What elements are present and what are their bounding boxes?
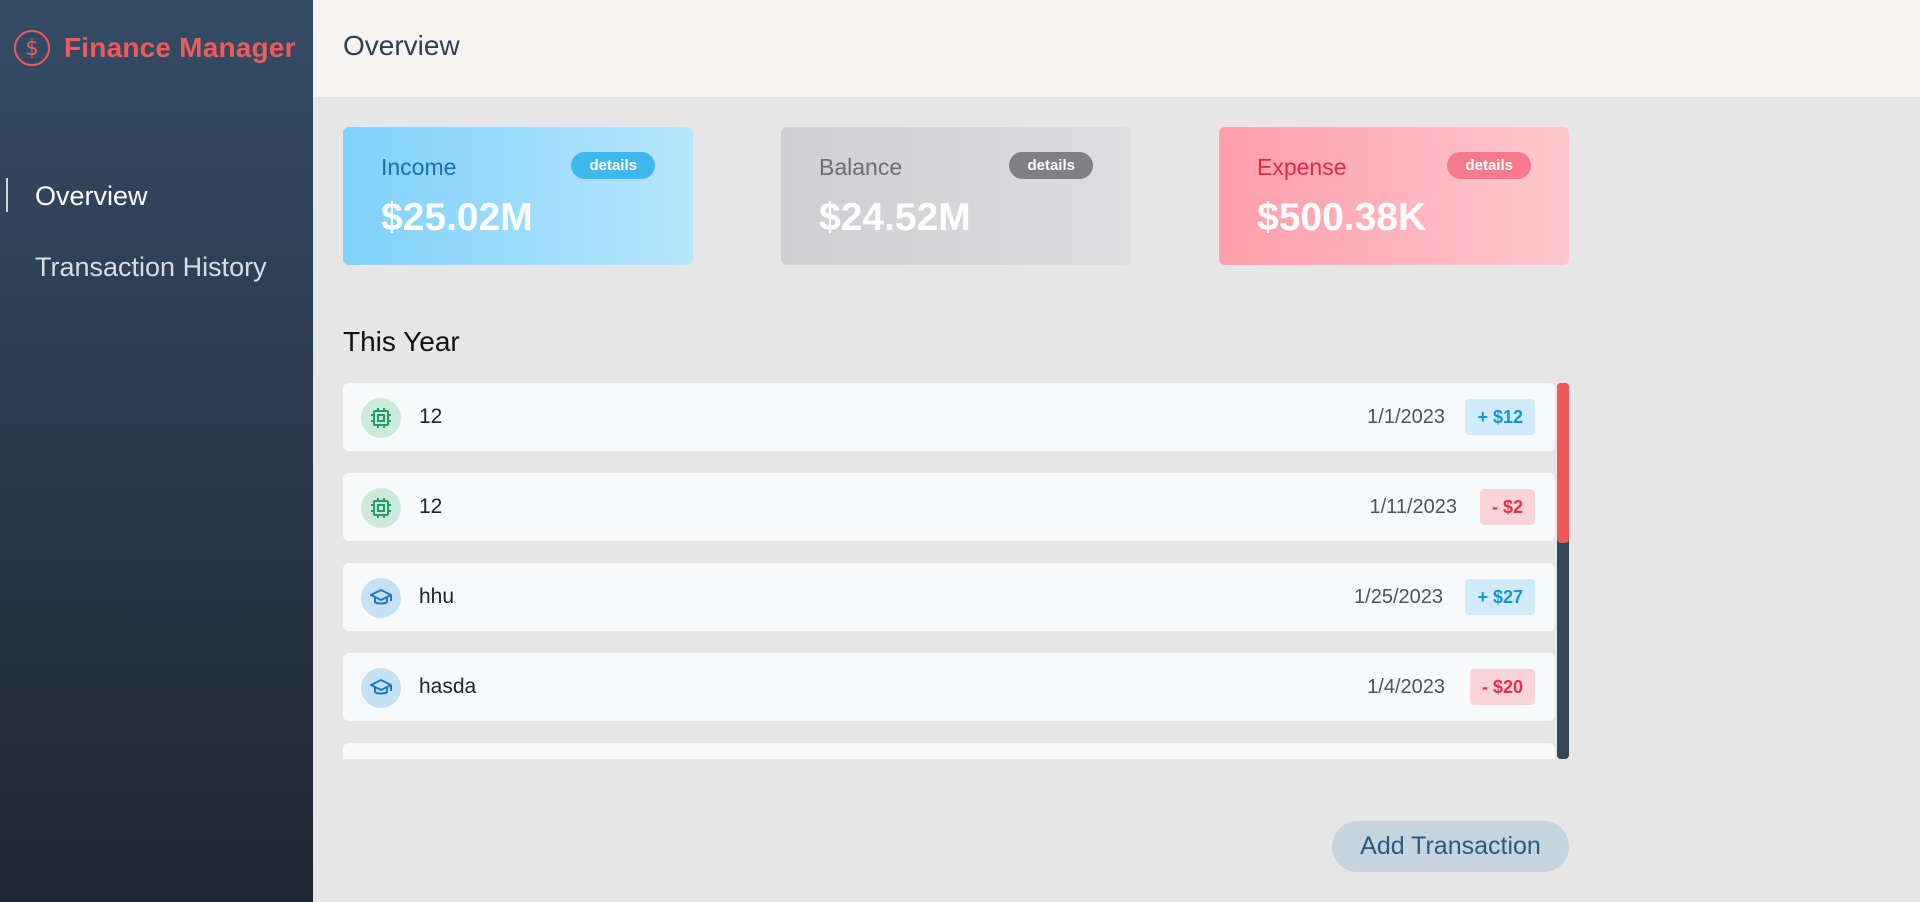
- expense-label: Expense: [1257, 154, 1347, 180]
- transaction-list[interactable]: 12 1/1/2023 + $12 12 1/11/2023 - $2 hhu …: [343, 383, 1569, 759]
- sidebar: $ Finance Manager Overview Transaction H…: [0, 0, 313, 902]
- transaction-amount: - $20: [1469, 669, 1535, 705]
- transaction-amount: + $27: [1465, 579, 1535, 615]
- transaction-name: 12: [419, 495, 443, 518]
- brand[interactable]: $ Finance Manager: [14, 30, 296, 66]
- sidebar-item-label: Transaction History: [35, 251, 267, 282]
- balance-value: $24.52M: [819, 196, 971, 239]
- income-label: Income: [381, 154, 457, 180]
- transaction-name: 12: [419, 405, 443, 428]
- scrollbar[interactable]: [1557, 383, 1569, 759]
- transaction-name: hasda: [419, 675, 477, 698]
- dollar-circle-icon: $: [14, 30, 50, 66]
- header: Overview: [313, 0, 1920, 97]
- transaction-date: 1/25/2023: [1354, 585, 1443, 608]
- list-item[interactable]: hhu 1/25/2023 + $27: [343, 563, 1555, 631]
- sidebar-item-overview[interactable]: Overview: [0, 176, 148, 216]
- graduation-cap-icon: [361, 578, 401, 618]
- income-value: $25.02M: [381, 196, 533, 239]
- section-title: This Year: [343, 326, 460, 357]
- transaction-amount: - $2: [1479, 489, 1535, 525]
- cpu-chip-icon: [361, 488, 401, 528]
- list-item[interactable]: hasda 1/4/2023 - $20: [343, 653, 1555, 721]
- transaction-date: 1/4/2023: [1367, 675, 1445, 698]
- graduation-cap-icon: [361, 668, 401, 708]
- income-card: Income details $25.02M: [343, 127, 693, 265]
- list-item[interactable]: [343, 743, 1555, 759]
- list-item[interactable]: 12 1/1/2023 + $12: [343, 383, 1555, 451]
- page-title: Overview: [343, 30, 460, 61]
- balance-details-button[interactable]: details: [1009, 152, 1093, 179]
- transaction-date: 1/1/2023: [1367, 405, 1445, 428]
- income-details-button[interactable]: details: [571, 152, 655, 179]
- expense-value: $500.38K: [1257, 196, 1427, 239]
- add-transaction-button[interactable]: Add Transaction: [1332, 821, 1569, 872]
- scrollbar-thumb[interactable]: [1557, 383, 1569, 543]
- expense-card: Expense details $500.38K: [1219, 127, 1569, 265]
- transaction-amount: + $12: [1465, 399, 1535, 435]
- balance-label: Balance: [819, 154, 903, 180]
- expense-details-button[interactable]: details: [1447, 152, 1531, 179]
- cpu-chip-icon: [361, 398, 401, 438]
- list-item[interactable]: 12 1/11/2023 - $2: [343, 473, 1555, 541]
- sidebar-item-label: Overview: [35, 180, 148, 211]
- transaction-date: 1/11/2023: [1369, 495, 1458, 518]
- sidebar-item-transaction-history[interactable]: Transaction History: [0, 247, 267, 287]
- transaction-name: hhu: [419, 585, 455, 608]
- balance-card: Balance details $24.52M: [781, 127, 1131, 265]
- app-title: Finance Manager: [64, 32, 296, 63]
